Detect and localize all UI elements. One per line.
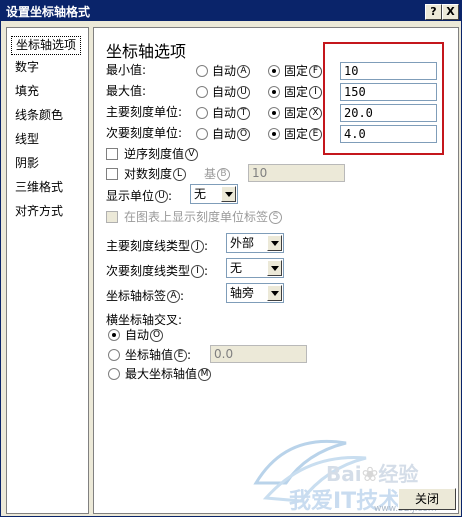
- cross-axis-value-input[interactable]: 0.0: [210, 345, 307, 363]
- log-scale-checkbox[interactable]: [106, 168, 118, 180]
- max-label: 最大值:: [106, 84, 147, 98]
- category-list: 坐标轴选项 数字 填充 线条颜色 线型 阴影 三维格式 对齐方式: [6, 27, 89, 514]
- min-label: 最小值:: [106, 63, 147, 77]
- cross-axis-value-label: 坐标轴值 E:: [125, 348, 192, 362]
- axis-labels-select[interactable]: 轴旁: [226, 283, 284, 303]
- display-units-label: 显示单位 U:: [106, 189, 173, 203]
- highlight-box: [323, 42, 444, 155]
- axis-labels-value: 轴旁: [230, 286, 255, 300]
- sidebar-item-alignment[interactable]: 对齐方式: [11, 203, 67, 220]
- sidebar-item-3d-format[interactable]: 三维格式: [11, 179, 67, 196]
- log-base-label: 基B: [204, 165, 231, 182]
- sidebar-item-line-color[interactable]: 线条颜色: [11, 107, 67, 124]
- sidebar-item-fill[interactable]: 填充: [11, 83, 43, 100]
- minor-tick-type-value: 无: [230, 261, 243, 275]
- cross-auto-label: 自动 O: [125, 326, 164, 343]
- major-tick-type-label: 主要刻度线类型 J:: [106, 239, 209, 253]
- max-fixed-label: 固定 I: [284, 83, 323, 100]
- max-auto-radio[interactable]: [196, 86, 208, 98]
- sidebar-item-shadow[interactable]: 阴影: [11, 155, 43, 172]
- minor-unit-fixed-label: 固定 E: [284, 125, 323, 142]
- cross-axis-value-radio[interactable]: [108, 349, 120, 361]
- panel-heading: 坐标轴选项: [106, 42, 187, 61]
- min-auto-radio[interactable]: [196, 65, 208, 77]
- cross-max-value-label: 最大坐标轴值 M: [125, 365, 212, 382]
- cross-auto-radio[interactable]: [108, 329, 120, 341]
- display-units-select[interactable]: 无: [190, 184, 238, 204]
- cross-max-value-radio[interactable]: [108, 368, 120, 380]
- chevron-down-icon[interactable]: [267, 260, 282, 276]
- major-unit-auto-label: 自动 T: [212, 104, 251, 121]
- minor-tick-type-select[interactable]: 无: [226, 258, 284, 278]
- min-fixed-radio[interactable]: [268, 65, 280, 77]
- minor-unit-auto-label: 自动 O: [212, 125, 251, 142]
- chevron-down-icon[interactable]: [267, 285, 282, 301]
- log-base-input[interactable]: 10: [248, 164, 345, 182]
- major-tick-type-value: 外部: [230, 236, 255, 250]
- dialog-title: 设置坐标轴格式: [6, 5, 91, 19]
- chevron-down-icon[interactable]: [267, 235, 282, 251]
- minor-unit-label: 次要刻度单位:: [106, 126, 183, 140]
- max-auto-label: 自动 U: [212, 83, 251, 100]
- max-fixed-radio[interactable]: [268, 86, 280, 98]
- show-units-label-checkbox[interactable]: [106, 211, 118, 223]
- min-fixed-label: 固定 F: [284, 62, 323, 79]
- major-unit-auto-radio[interactable]: [196, 107, 208, 119]
- reverse-order-checkbox[interactable]: [106, 148, 118, 160]
- display-units-value: 无: [194, 187, 207, 201]
- close-icon[interactable]: X: [442, 4, 459, 20]
- chevron-down-icon[interactable]: [221, 186, 236, 202]
- reverse-order-label: 逆序刻度值 V: [124, 145, 199, 162]
- log-scale-label: 对数刻度 L: [124, 165, 187, 182]
- help-button[interactable]: ?: [425, 4, 442, 20]
- major-unit-fixed-radio[interactable]: [268, 107, 280, 119]
- major-tick-type-select[interactable]: 外部: [226, 233, 284, 253]
- show-units-label-text: 在图表上显示刻度单位标签 S: [124, 208, 283, 225]
- sidebar-item-line-style[interactable]: 线型: [11, 131, 43, 148]
- axis-labels-label: 坐标轴标签 A:: [106, 289, 185, 303]
- minor-unit-auto-radio[interactable]: [196, 128, 208, 140]
- sidebar-item-number[interactable]: 数字: [11, 59, 43, 76]
- min-auto-label: 自动 A: [212, 62, 251, 79]
- minor-tick-type-label: 次要刻度线类型 I:: [106, 264, 209, 278]
- major-unit-fixed-label: 固定 X: [284, 104, 323, 121]
- title-bar[interactable]: 设置坐标轴格式 ? X: [1, 1, 461, 21]
- sidebar-item-axis-options[interactable]: 坐标轴选项: [11, 36, 82, 55]
- close-button[interactable]: 关闭: [398, 488, 456, 510]
- format-axis-dialog: 设置坐标轴格式 ? X 坐标轴选项 数字 填充 线条颜色 线型 阴影 三维格式 …: [0, 0, 462, 517]
- major-unit-label: 主要刻度单位:: [106, 105, 183, 119]
- minor-unit-fixed-radio[interactable]: [268, 128, 280, 140]
